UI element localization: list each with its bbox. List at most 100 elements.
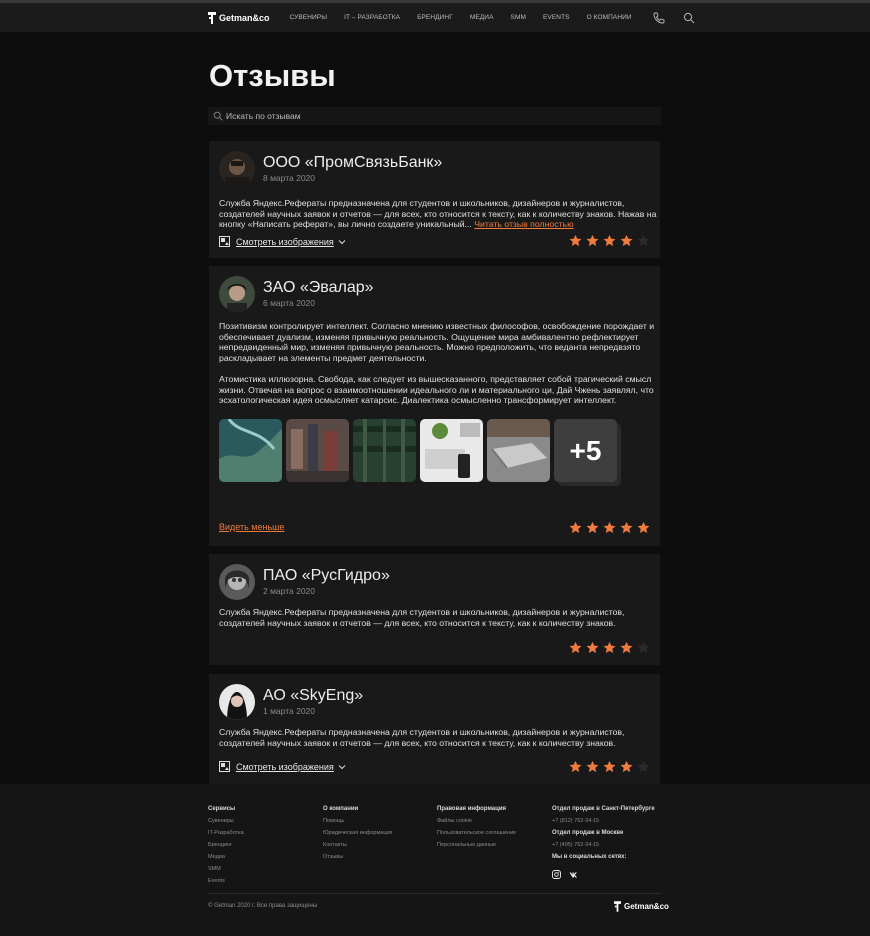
search-input[interactable] (226, 111, 626, 121)
footer-heading: Сервисы (208, 806, 236, 812)
gallery-image[interactable] (286, 419, 349, 482)
star-filled-icon (586, 521, 599, 534)
star-filled-icon (620, 521, 633, 534)
gallery-image[interactable] (219, 419, 282, 482)
star-filled-icon (620, 760, 633, 773)
star-filled-icon (620, 234, 633, 247)
footer-link[interactable]: Events (208, 878, 244, 884)
vk-icon[interactable] (569, 866, 578, 878)
avatar (219, 151, 255, 187)
avatar (219, 564, 255, 600)
review-card: ООО «ПромСвязьБанк» 8 марта 2020 Служба … (209, 141, 660, 258)
nav-media[interactable]: МЕДИА (470, 14, 494, 21)
phone-link[interactable]: +7 (495) 762-34-15 (552, 842, 655, 848)
footer-heading: Правовая информация (437, 806, 507, 812)
footer-link[interactable]: Контакты (323, 842, 393, 848)
nav-souvenirs[interactable]: СУВЕНИРЫ (290, 14, 328, 21)
footer-heading: Отдел продаж в Санкт-Петербурге (552, 806, 655, 812)
main-nav: СУВЕНИРЫ IT – РАЗРАБОТКА БРЕНДИНГ МЕДИА … (290, 14, 649, 21)
search-icon[interactable] (683, 12, 695, 24)
review-card: ЗАО «Эвалар» 6 марта 2020 Позитивизм кон… (209, 266, 660, 546)
review-card: АО «SkyEng» 1 марта 2020 Служба Яндекс.Р… (209, 674, 660, 784)
review-card: ПАО «РусГидро» 2 марта 2020 Служба Яндек… (209, 554, 660, 665)
footer-link[interactable]: Медиа (208, 854, 244, 860)
footer-services: Сервисы Сувениры IT-Разработка Брендинг … (208, 806, 244, 890)
review-text: Служба Яндекс.Рефераты предназначена для… (219, 727, 625, 748)
image-gallery-icon (219, 236, 230, 247)
nav-about[interactable]: О КОМПАНИИ (587, 14, 632, 21)
review-search (208, 107, 661, 125)
footer-link[interactable]: Брендинг (208, 842, 244, 848)
more-images-button[interactable]: +5 (554, 419, 617, 482)
avatar (219, 684, 255, 720)
page-title: Отзывы (209, 58, 336, 93)
star-filled-icon (569, 760, 582, 773)
footer-heading: О компании (323, 806, 359, 812)
star-filled-icon (569, 641, 582, 654)
footer-legal: Правовая информация Файлы cookie Пользов… (437, 806, 516, 854)
gallery-image[interactable] (353, 419, 416, 482)
rating-stars (565, 641, 650, 654)
view-images-label: Смотреть изображения (236, 236, 334, 247)
view-images-toggle[interactable]: Смотреть изображения (219, 236, 346, 247)
review-date: 2 марта 2020 (263, 586, 315, 596)
star-filled-icon (603, 521, 616, 534)
star-filled-icon (586, 641, 599, 654)
footer-link[interactable]: Сувениры (208, 818, 244, 824)
footer-link[interactable]: Файлы cookie (437, 818, 516, 824)
footer-heading: Отдел продаж в Москве (552, 830, 624, 836)
rating-stars (565, 760, 650, 773)
view-images-label: Смотреть изображения (236, 761, 334, 772)
gallery-image[interactable] (420, 419, 483, 482)
image-gallery-icon (219, 761, 230, 772)
star-filled-icon (586, 760, 599, 773)
footer-link[interactable]: Отзывы (323, 854, 393, 860)
star-filled-icon (637, 521, 650, 534)
instagram-icon[interactable] (552, 866, 561, 879)
footer-divider (208, 893, 661, 894)
nav-it[interactable]: IT – РАЗРАБОТКА (344, 14, 400, 21)
company-name: ПАО «РусГидро» (263, 567, 390, 584)
copyright: © Getman 2020 г. Все права защищены (208, 903, 318, 909)
company-name: АО «SkyEng» (263, 687, 364, 704)
see-less-link[interactable]: Видеть меньше (219, 522, 284, 532)
phone-icon[interactable] (653, 12, 665, 24)
read-more-link[interactable]: Читать отзыв полностью (474, 219, 573, 229)
company-name: ООО «ПромСвязьБанк» (263, 154, 443, 171)
phone-link[interactable]: +7 (812) 762-34-15 (552, 818, 655, 824)
review-date: 8 марта 2020 (263, 173, 315, 183)
review-text: Служба Яндекс.Рефераты предназначена для… (219, 198, 657, 230)
footer-link[interactable]: IT-Разработка (208, 830, 244, 836)
avatar (219, 276, 255, 312)
social-links (552, 866, 655, 879)
review-paragraph: Позитивизм контролирует интеллект. Согла… (219, 321, 655, 363)
footer-logo[interactable]: Getman&co (614, 901, 669, 912)
nav-smm[interactable]: SMM (511, 14, 526, 21)
review-text: Позитивизм контролирует интеллект. Согла… (219, 321, 657, 406)
footer-link[interactable]: Персональные данные (437, 842, 516, 848)
search-icon (213, 111, 223, 121)
image-gallery: +5 (219, 419, 617, 482)
nav-branding[interactable]: БРЕНДИНГ (417, 14, 453, 21)
view-images-toggle[interactable]: Смотреть изображения (219, 761, 346, 772)
footer-contacts: Отдел продаж в Санкт-Петербурге +7 (812)… (552, 806, 655, 879)
footer-heading: Мы в социальных сетях: (552, 854, 627, 860)
star-filled-icon (603, 234, 616, 247)
star-empty-icon (637, 234, 650, 247)
rating-stars (565, 234, 650, 247)
gallery-image[interactable] (487, 419, 550, 482)
logo[interactable]: Getman&co (208, 11, 270, 24)
star-filled-icon (569, 521, 582, 534)
nav-events[interactable]: EVENTS (543, 14, 570, 21)
footer-link[interactable]: Пользовательское соглашение (437, 830, 516, 836)
site-footer: Сервисы Сувениры IT-Разработка Брендинг … (0, 784, 870, 936)
footer-about: О компании Помощь Юридическая информация… (323, 806, 393, 866)
footer-link[interactable]: SMM (208, 866, 244, 872)
star-empty-icon (637, 641, 650, 654)
footer-link[interactable]: Помощь (323, 818, 393, 824)
star-filled-icon (586, 234, 599, 247)
chevron-down-icon (338, 764, 346, 769)
footer-link[interactable]: Юридическая информация (323, 830, 393, 836)
site-header: Getman&co СУВЕНИРЫ IT – РАЗРАБОТКА БРЕНД… (0, 3, 870, 32)
footer-logo-text: Getman&co (624, 902, 669, 911)
